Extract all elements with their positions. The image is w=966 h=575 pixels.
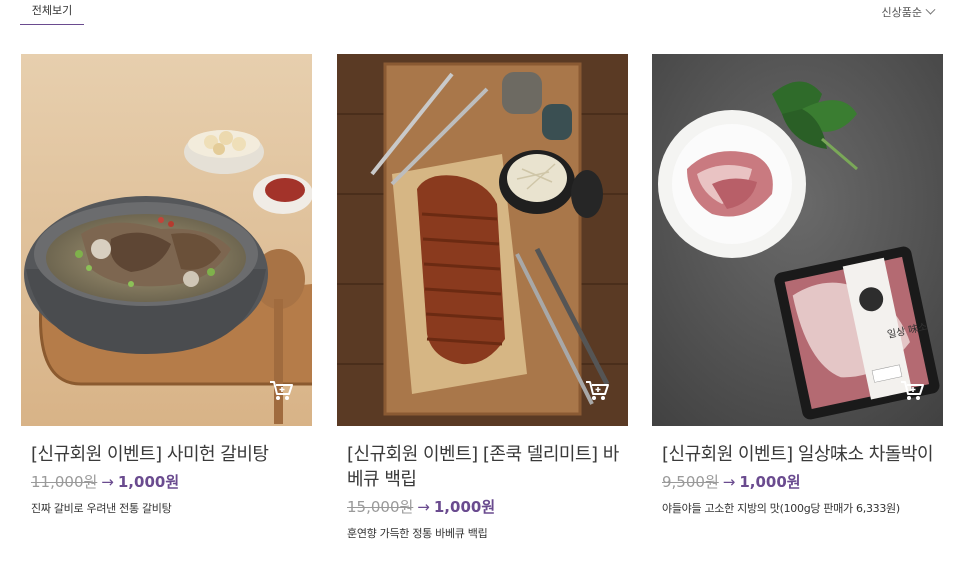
product-description: 야들야들 고소한 지방의 맛(100g당 판매가 6,333원) (662, 502, 900, 515)
product-price: 9,500원 → 1,000원 (662, 471, 943, 493)
product-card[interactable]: [신규회원 이벤트] [존쿡 델리미트] 바베큐 백립 15,000원 → 1,00… (337, 54, 628, 541)
original-price: 15,000원 (347, 498, 414, 516)
product-title[interactable]: [신규회원 이벤트] 사미헌 갈비탕 (31, 442, 313, 467)
product-image-chadolbaegi[interactable]: 일상 味소 (652, 54, 943, 426)
sale-price: 1,000원 (117, 473, 180, 491)
product-title[interactable]: [신규회원 이벤트] 일상味소 차돌박이 (662, 442, 944, 467)
cart-icon[interactable] (584, 378, 610, 402)
cart-icon[interactable] (899, 378, 925, 402)
tab-all[interactable]: 전체보기 (20, 0, 84, 25)
product-image-bbq-ribs[interactable] (337, 54, 628, 426)
sale-price: 1,000원 (739, 473, 801, 491)
product-card[interactable]: [신규회원 이벤트] 사미헌 갈비탕 11,000원 → 1,000원 진짜 갈비로… (21, 54, 312, 516)
original-price: 11,000원 (31, 473, 98, 491)
product-description: 훈연향 가득한 정통 바베큐 백립 (347, 527, 488, 540)
sort-label: 신상품순 (881, 6, 922, 19)
top-bar: 전체보기 신상품순 (0, 0, 966, 30)
sale-price: 1,000원 (433, 498, 496, 516)
product-image-galbitang[interactable] (21, 54, 312, 426)
product-description: 진짜 갈비로 우려낸 전통 갈비탕 (31, 502, 172, 515)
price-arrow: → (722, 473, 736, 491)
price-arrow: → (101, 473, 114, 491)
product-price: 15,000원 → 1,000원 (347, 496, 628, 518)
cart-icon[interactable] (268, 378, 294, 402)
price-arrow: → (417, 498, 430, 516)
original-price: 9,500원 (662, 473, 719, 491)
product-title[interactable]: [신규회원 이벤트] [존쿡 델리미트] 바베큐 백립 (347, 442, 629, 492)
product-card[interactable]: 일상 味소 [신규회원 이벤트] 일상味소 차돌박이 9,500원 → 1,000원… (652, 54, 943, 516)
chevron-down-icon (925, 4, 936, 15)
product-price: 11,000원 → 1,000원 (31, 471, 312, 493)
sort-dropdown[interactable]: 신상품순 (881, 4, 936, 20)
